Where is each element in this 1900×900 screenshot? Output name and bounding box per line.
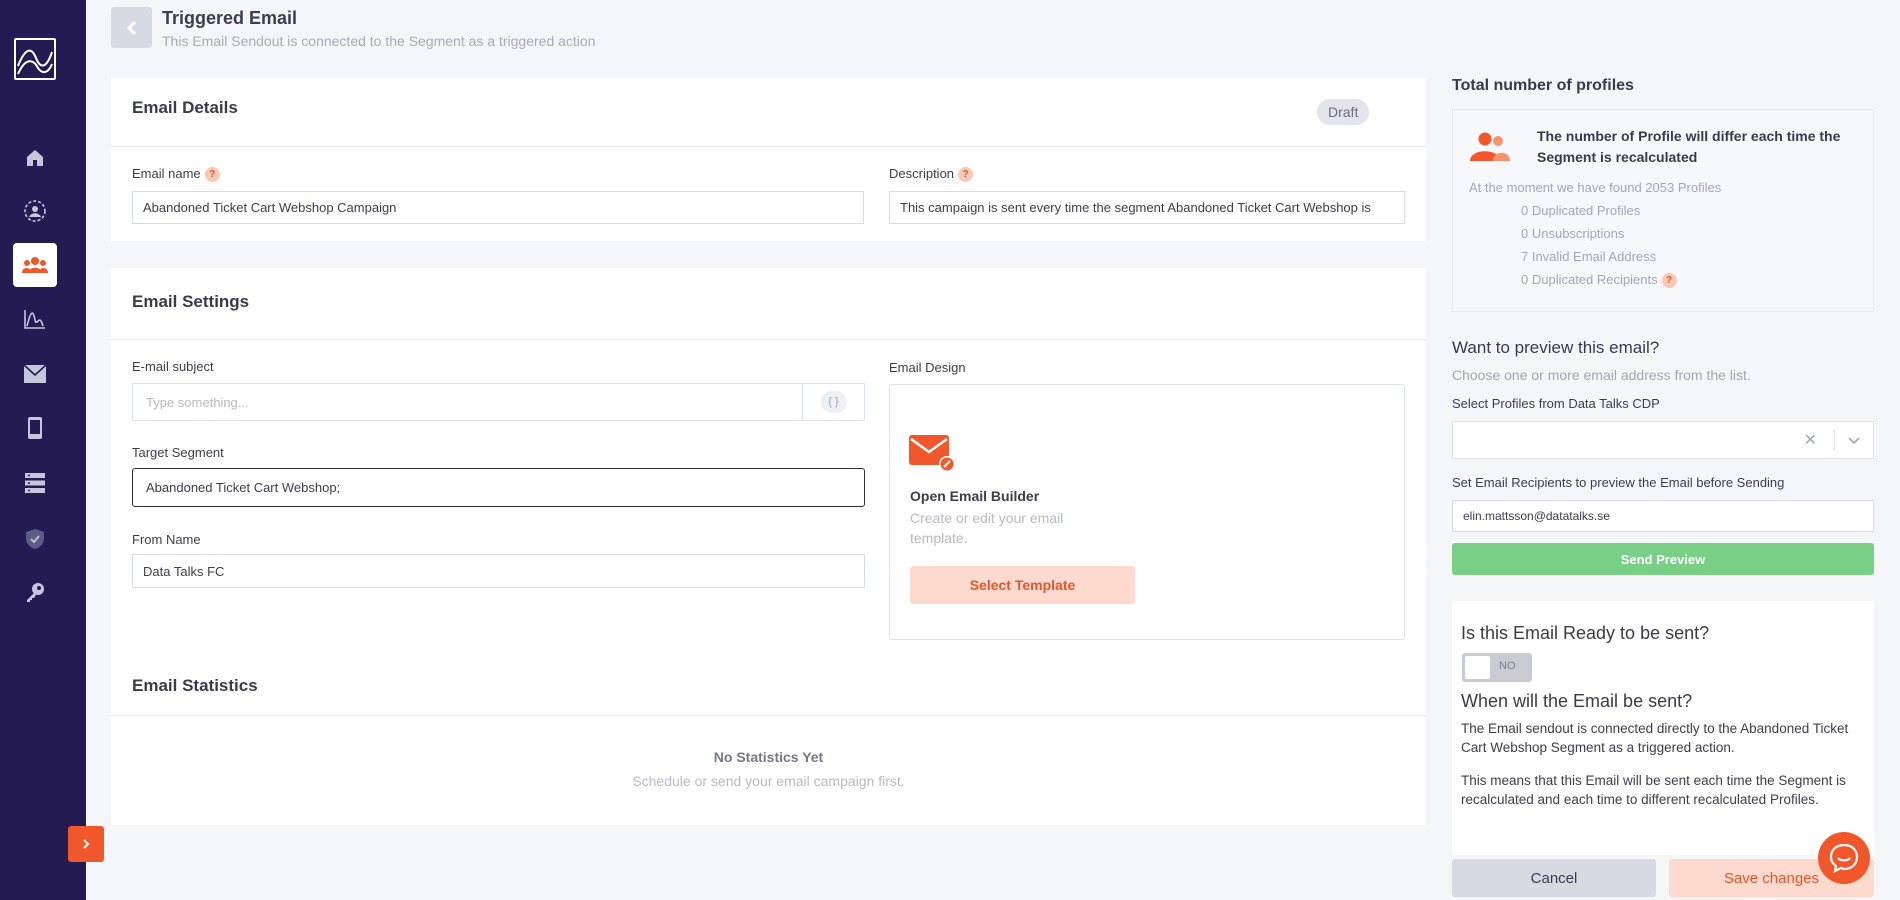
sidebar-item-email[interactable]: [13, 352, 57, 396]
no-statistics-text: Schedule or send your email campaign fir…: [632, 773, 905, 789]
status-badge: Draft: [1317, 99, 1370, 125]
send-preview-button[interactable]: Send Preview: [1452, 543, 1874, 575]
divider: [1834, 430, 1835, 450]
email-settings-title: Email Settings: [132, 292, 250, 311]
chat-icon: [1829, 843, 1859, 873]
page-subtitle: This Email Sendout is connected to the S…: [162, 33, 596, 49]
cancel-button[interactable]: Cancel: [1452, 859, 1656, 897]
when-text-1: The Email sendout is connected directly …: [1461, 721, 1849, 755]
sidebar-item-segments[interactable]: [13, 243, 57, 287]
ready-toggle[interactable]: NO: [1462, 653, 1532, 682]
profiles-found: At the moment we have found 2053 Profile…: [1469, 180, 1722, 195]
select-template-button[interactable]: Select Template: [910, 566, 1135, 604]
no-statistics-title: No Statistics Yet: [713, 749, 824, 765]
email-builder-title[interactable]: Open Email Builder: [910, 488, 1039, 504]
help-icon[interactable]: ?: [204, 167, 220, 183]
when-title: When will the Email be sent?: [1461, 691, 1693, 711]
braces-icon: { }: [820, 391, 847, 413]
key-icon: [27, 583, 44, 602]
email-settings-card: Email Settings E-mail subject Type somet…: [111, 268, 1426, 825]
email-builder-text: Create or edit your email template.: [910, 510, 1064, 546]
select-profiles-label: Select Profiles from Data Talks CDP: [1452, 396, 1660, 411]
email-statistics-title: Email Statistics: [132, 676, 258, 695]
divider: [111, 715, 1426, 716]
select-profiles-dropdown[interactable]: ✕: [1452, 421, 1874, 459]
chevron-left-icon: [126, 20, 136, 35]
recipients-input[interactable]: elin.mattsson@datatalks.se: [1452, 500, 1874, 532]
email-design-label: Email Design: [889, 360, 966, 375]
duplicated-recipients-text: 0 Duplicated Recipients: [1521, 272, 1658, 287]
ready-card: Is this Email Ready to be sent? NO When …: [1452, 601, 1874, 855]
from-name-input[interactable]: Data Talks FC: [132, 554, 865, 588]
chat-button[interactable]: [1818, 832, 1870, 884]
sidebar-item-profiles[interactable]: [13, 189, 57, 233]
profiles-notice: The number of Profile will differ each t…: [1537, 128, 1841, 165]
target-segment-input[interactable]: Abandoned Ticket Cart Webshop;: [132, 468, 865, 507]
duplicated-recipients: 0 Duplicated Recipients?: [1521, 272, 1677, 289]
target-segment-label: Target Segment: [132, 445, 224, 460]
sidebar-item-analytics[interactable]: [13, 297, 57, 341]
email-name-label-text: Email name: [132, 166, 201, 181]
sidebar-item-api-keys[interactable]: [13, 570, 57, 614]
users-icon: [1469, 130, 1511, 167]
chart-icon: [24, 310, 45, 329]
when-text-2: This means that this Email will be sent …: [1461, 773, 1846, 807]
back-button[interactable]: [111, 7, 152, 48]
description-label: Description?: [889, 166, 974, 183]
duplicated-profiles: 0 Duplicated Profiles: [1521, 203, 1641, 218]
email-name-input[interactable]: Abandoned Ticket Cart Webshop Campaign: [132, 191, 864, 224]
preview-subtitle: Choose one or more email address from th…: [1452, 367, 1751, 383]
chevron-right-icon: [83, 839, 90, 849]
profiles-title: Total number of profiles: [1452, 77, 1634, 94]
sidebar: [0, 0, 86, 900]
toggle-knob: [1465, 656, 1490, 679]
profiles-box: The number of Profile will differ each t…: [1452, 109, 1874, 312]
server-icon: [25, 473, 45, 493]
app-logo[interactable]: [14, 38, 56, 80]
unsubscriptions: 0 Unsubscriptions: [1521, 226, 1625, 241]
chevron-down-icon[interactable]: [1847, 436, 1861, 446]
sidebar-item-security[interactable]: [13, 517, 57, 561]
clear-icon[interactable]: ✕: [1804, 430, 1817, 450]
invalid-email-addresses: 7 Invalid Email Address: [1521, 249, 1657, 264]
sidebar-item-home[interactable]: [13, 136, 57, 180]
mobile-icon: [28, 417, 42, 439]
preview-title: Want to preview this email?: [1452, 338, 1660, 357]
sidebar-item-integrations[interactable]: [13, 461, 57, 505]
email-name-label: Email name?: [132, 166, 220, 183]
email-builder-icon: [909, 433, 955, 473]
divider: [111, 339, 1426, 340]
sidebar-item-mobile[interactable]: [13, 406, 57, 450]
insert-variable-button[interactable]: { }: [802, 384, 864, 420]
email-design-box: Open Email Builder Create or edit your e…: [889, 384, 1405, 640]
email-icon: [23, 364, 47, 383]
from-name-label: From Name: [132, 532, 201, 547]
users-icon: [22, 257, 48, 273]
help-icon[interactable]: ?: [1661, 273, 1677, 289]
shield-icon: [26, 529, 44, 549]
description-label-text: Description: [889, 166, 955, 181]
user-circle-icon: [24, 200, 46, 222]
toggle-label: NO: [1499, 660, 1516, 672]
recipients-label: Set Email Recipients to preview the Emai…: [1452, 475, 1785, 490]
ready-title: Is this Email Ready to be sent?: [1461, 623, 1710, 643]
home-icon: [27, 150, 43, 166]
page-title: Triggered Email: [162, 8, 298, 28]
subject-field: Type something... { }: [132, 383, 865, 421]
subject-input[interactable]: Type something...: [133, 395, 802, 410]
email-details-card: Email Details Draft Email name? Abandone…: [111, 78, 1426, 241]
email-details-title: Email Details: [132, 98, 238, 117]
subject-label: E-mail subject: [132, 359, 214, 374]
description-input[interactable]: This campaign is sent every time the seg…: [889, 191, 1405, 224]
divider: [111, 146, 1426, 147]
expand-sidebar-button[interactable]: [68, 826, 104, 862]
help-icon[interactable]: ?: [958, 167, 974, 183]
